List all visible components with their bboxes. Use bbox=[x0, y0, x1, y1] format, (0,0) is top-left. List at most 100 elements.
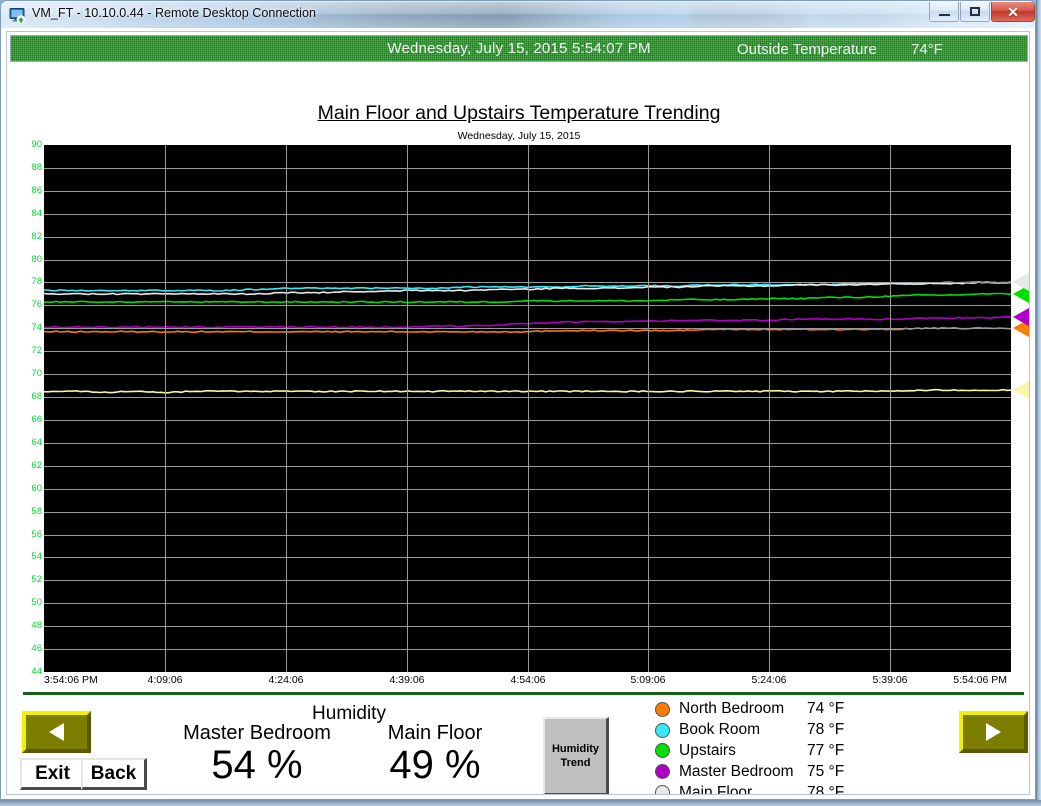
maximize-icon bbox=[970, 7, 980, 16]
outside-temperature-value: 74°F bbox=[911, 41, 943, 58]
y-axis-tick-label: 80 bbox=[22, 255, 42, 264]
y-axis-tick-label: 84 bbox=[22, 209, 42, 218]
y-axis-tick-label: 76 bbox=[22, 300, 42, 309]
close-button[interactable]: ✕ bbox=[991, 2, 1035, 22]
x-axis-tick-label: 4:09:06 bbox=[147, 674, 182, 686]
section-divider bbox=[23, 692, 1024, 695]
remote-session-client-area: Wednesday, July 15, 2015 5:54:07 PM Outs… bbox=[0, 28, 1036, 800]
y-axis-tick-label: 78 bbox=[22, 277, 42, 286]
y-axis-tick-label: 62 bbox=[22, 461, 42, 470]
y-axis-tick-label: 58 bbox=[22, 507, 42, 516]
hmi-screen: Wednesday, July 15, 2015 5:54:07 PM Outs… bbox=[6, 31, 1030, 795]
arrow-left-icon bbox=[49, 723, 64, 741]
gridline-vertical bbox=[165, 145, 166, 672]
y-axis-tick-label: 86 bbox=[22, 186, 42, 195]
back-button[interactable]: Back bbox=[81, 758, 147, 790]
legend-item-label: Upstairs bbox=[679, 742, 736, 760]
x-axis-tick-label: 5:09:06 bbox=[630, 674, 665, 686]
y-axis-tick-label: 44 bbox=[22, 667, 42, 676]
gridline-vertical bbox=[286, 145, 287, 672]
gridline-vertical bbox=[648, 145, 649, 672]
legend-item-value: 74 °F bbox=[807, 700, 844, 718]
legend-color-dot bbox=[655, 785, 670, 795]
y-axis-tick-label: 82 bbox=[22, 232, 42, 241]
legend-item-label: North Bedroom bbox=[679, 700, 784, 718]
next-screen-button[interactable] bbox=[959, 711, 1028, 753]
chart-subtitle: Wednesday, July 15, 2015 bbox=[7, 130, 1030, 142]
legend-color-dot bbox=[655, 702, 670, 717]
exit-button-label: Exit bbox=[35, 763, 70, 785]
y-axis-tick-label: 68 bbox=[22, 392, 42, 401]
x-axis-tick-label: 4:54:06 bbox=[510, 674, 545, 686]
legend-item: Master Bedroom 75 °F bbox=[655, 761, 885, 782]
x-axis-tick-label: 5:39:06 bbox=[872, 674, 907, 686]
gridline-vertical bbox=[528, 145, 529, 672]
chart-legend: North Bedroom 74 °F Book Room 78 °F Upstairs… bbox=[655, 699, 885, 795]
desktop-bottom-edge bbox=[0, 800, 1041, 806]
exit-button[interactable]: Exit bbox=[20, 758, 86, 790]
x-axis-tick-label: 5:24:06 bbox=[751, 674, 786, 686]
humidity-trend-line2: Trend bbox=[561, 757, 591, 769]
legend-item-label: Master Bedroom bbox=[679, 763, 794, 781]
legend-item-value: 78 °F bbox=[807, 721, 844, 739]
arrow-right-icon bbox=[986, 723, 1001, 741]
legend-item-value: 77 °F bbox=[807, 742, 844, 760]
y-axis-tick-label: 88 bbox=[22, 163, 42, 172]
current-value-marker bbox=[1013, 273, 1029, 291]
legend-item-value: 75 °F bbox=[807, 763, 844, 781]
plot-area[interactable] bbox=[44, 145, 1011, 672]
current-value-marker bbox=[1013, 308, 1029, 326]
y-axis-tick-label: 74 bbox=[22, 323, 42, 332]
current-value-markers bbox=[1011, 145, 1030, 672]
gridline-vertical bbox=[769, 145, 770, 672]
legend-item-label: Main Floor bbox=[679, 784, 752, 795]
y-axis-tick-label: 66 bbox=[22, 415, 42, 424]
maximize-button[interactable] bbox=[960, 2, 990, 22]
legend-item: North Bedroom 74 °F bbox=[655, 699, 885, 720]
humidity-trend-button-label: Humidity Trend bbox=[552, 742, 599, 770]
legend-item-value: 78 °F bbox=[807, 784, 844, 795]
humidity-trend-line1: Humidity bbox=[552, 743, 599, 755]
y-axis-tick-label: 56 bbox=[22, 530, 42, 539]
humidity-master-bedroom-value: 54 % bbox=[167, 742, 347, 788]
remote-desktop-window: VM_FT - 10.10.0.44 - Remote Desktop Conn… bbox=[0, 0, 1036, 800]
y-axis-tick-label: 48 bbox=[22, 621, 42, 630]
y-axis-tick-label: 64 bbox=[22, 438, 42, 447]
x-axis-tick-label: 4:39:06 bbox=[389, 674, 424, 686]
window-titlebar[interactable]: VM_FT - 10.10.0.44 - Remote Desktop Conn… bbox=[0, 0, 1036, 28]
status-banner: Wednesday, July 15, 2015 5:54:07 PM Outs… bbox=[10, 35, 1028, 62]
y-axis: 9088868482807876747270686664626058565452… bbox=[22, 145, 42, 672]
current-value-marker bbox=[1013, 381, 1029, 399]
y-axis-tick-label: 46 bbox=[22, 644, 42, 653]
outside-temperature-label: Outside Temperature bbox=[737, 41, 877, 58]
legend-item: Main Floor 78 °F bbox=[655, 782, 885, 795]
trend-chart[interactable]: 9088868482807876747270686664626058565452… bbox=[22, 145, 1030, 675]
humidity-main-floor-value: 49 % bbox=[355, 742, 515, 788]
remote-desktop-icon bbox=[9, 7, 26, 24]
window-title: VM_FT - 10.10.0.44 - Remote Desktop Conn… bbox=[32, 6, 316, 20]
legend-color-dot bbox=[655, 723, 670, 738]
y-axis-tick-label: 72 bbox=[22, 346, 42, 355]
minimize-button[interactable] bbox=[929, 2, 959, 22]
legend-color-dot bbox=[655, 743, 670, 758]
y-axis-tick-label: 54 bbox=[22, 552, 42, 561]
x-axis-tick-label: 5:54:06 PM bbox=[953, 674, 1007, 686]
x-axis: 3:54:06 PM 4:09:06 4:24:06 4:39:06 4:54:06 5:… bbox=[44, 674, 1019, 690]
gridline-vertical bbox=[890, 145, 891, 672]
legend-item: Upstairs 77 °F bbox=[655, 741, 885, 762]
y-axis-tick-label: 90 bbox=[22, 140, 42, 149]
x-axis-tick-label: 3:54:06 PM bbox=[44, 674, 98, 686]
legend-item: Book Room 78 °F bbox=[655, 720, 885, 741]
minimize-icon bbox=[939, 14, 950, 16]
humidity-trend-button[interactable]: Humidity Trend bbox=[543, 717, 609, 795]
y-axis-tick-label: 60 bbox=[22, 484, 42, 493]
y-axis-tick-label: 52 bbox=[22, 575, 42, 584]
x-axis-tick-label: 4:24:06 bbox=[268, 674, 303, 686]
legend-item-label: Book Room bbox=[679, 721, 760, 739]
page-title: Main Floor and Upstairs Temperature Tren… bbox=[7, 102, 1030, 125]
desktop-right-edge bbox=[1036, 0, 1041, 806]
y-axis-tick-label: 50 bbox=[22, 598, 42, 607]
back-button-label: Back bbox=[91, 763, 136, 785]
previous-screen-button[interactable] bbox=[22, 711, 91, 753]
y-axis-tick-label: 70 bbox=[22, 369, 42, 378]
